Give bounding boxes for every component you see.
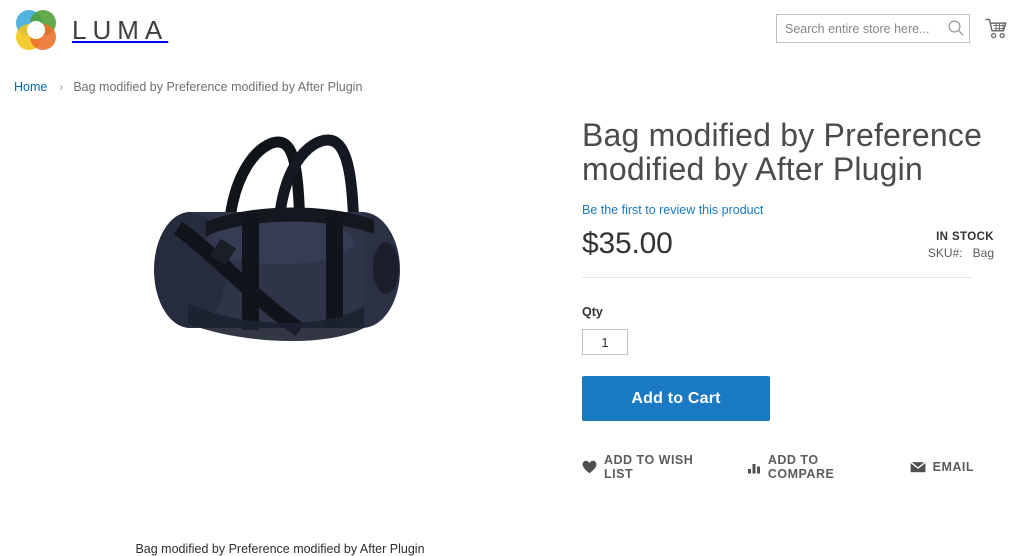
breadcrumb-separator-icon: ›: [59, 80, 64, 94]
shopping-cart-icon[interactable]: [984, 16, 1010, 42]
site-header: LUMA: [0, 0, 1024, 58]
sku-value: Bag: [972, 246, 994, 261]
review-link[interactable]: Be the first to review this product: [582, 203, 763, 217]
add-to-wishlist-link[interactable]: ADD TO WISH LIST: [582, 453, 719, 481]
header-actions: [776, 14, 1010, 43]
product-image-duffel-bag[interactable]: [150, 118, 422, 358]
quantity-stepper[interactable]: [582, 329, 628, 356]
search-icon[interactable]: [947, 19, 965, 37]
product-gallery-column: Bag modified by Preference modified by A…: [0, 110, 560, 556]
status-badge: IN STOCK: [936, 231, 994, 244]
bar-chart-icon: [747, 460, 761, 474]
email-label: EMAIL: [932, 460, 974, 475]
product-image-caption: Bag modified by Preference modified by A…: [135, 542, 425, 556]
heart-icon: [582, 460, 597, 474]
product-gallery[interactable]: Bag modified by Preference modified by A…: [0, 110, 560, 556]
qty-label: Qty: [582, 305, 603, 320]
logo-text: LUMA: [72, 14, 169, 45]
product-sku: SKU#: Bag: [928, 246, 994, 260]
search-box: [776, 14, 970, 43]
email-link[interactable]: EMAIL: [909, 460, 974, 475]
add-to-compare-label: ADD TO COMPARE: [767, 453, 835, 482]
breadcrumb-current: Bag modified by Preference modified by A…: [73, 80, 363, 94]
site-logo[interactable]: LUMA: [14, 8, 168, 52]
breadcrumb: Home › Bag modified by Preference modifi…: [0, 58, 1024, 94]
section-divider: [582, 277, 973, 279]
envelope-icon: [909, 461, 926, 473]
product-social-actions: ADD TO WISH LIST ADD TO COMPARE EMAIL: [582, 453, 1002, 481]
add-to-wishlist-label: ADD TO WISH LIST: [604, 453, 694, 482]
product-price: $35.00: [582, 227, 673, 261]
luma-flower-logo-icon: [14, 8, 58, 52]
price-row: $35.00 IN STOCK SKU#: Bag: [582, 227, 1002, 273]
add-to-cart-button[interactable]: Add to Cart: [582, 376, 770, 422]
product-page-main: Bag modified by Preference modified by A…: [0, 94, 1024, 556]
product-info-column: Bag modified by Preference modified by A…: [560, 110, 1002, 500]
availability-block: IN STOCK SKU#: Bag: [928, 231, 994, 260]
page-title: Bag modified by Preference modified by A…: [582, 117, 983, 188]
breadcrumb-home-link[interactable]: Home: [14, 80, 47, 94]
add-to-compare-link[interactable]: ADD TO COMPARE: [747, 453, 882, 481]
search-input[interactable]: [776, 14, 970, 43]
sku-label: SKU#:: [927, 246, 963, 261]
